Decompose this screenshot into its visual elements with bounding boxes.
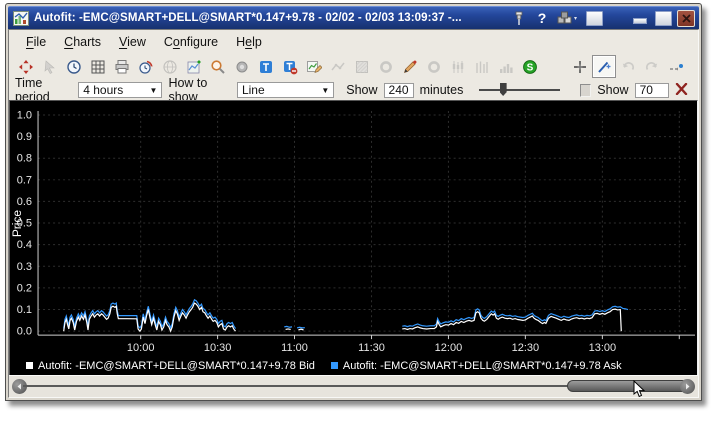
menu-item-view[interactable]: View — [110, 33, 155, 51]
reload-time-icon[interactable] — [134, 55, 158, 78]
trendline-tool-icon[interactable] — [592, 55, 616, 78]
app-chart-icon — [12, 10, 29, 26]
price-chart[interactable]: 1.00.90.80.70.60.50.40.30.20.10.010:0010… — [9, 100, 698, 375]
pin-icon[interactable] — [510, 10, 528, 26]
close-panel-icon[interactable] — [675, 83, 688, 98]
slider-handle[interactable] — [500, 83, 507, 96]
scrollbar-thumb[interactable] — [567, 380, 688, 392]
horizontal-scrollbar[interactable] — [9, 375, 698, 397]
volume-bars-icon[interactable] — [470, 55, 494, 78]
window-content: FileChartsViewConfigureHelp S Time perio… — [8, 29, 699, 398]
title-bar[interactable]: Autofit: -EMC@SMART+DELL@SMART*0.147+9.7… — [8, 6, 699, 29]
menu-item-configure[interactable]: Configure — [155, 33, 227, 51]
candlestick-icon[interactable] — [446, 55, 470, 78]
svg-text:11:00: 11:00 — [281, 342, 308, 354]
legend-item: Autofit: -EMC@SMART+DELL@SMART*0.147+9.7… — [331, 360, 622, 372]
legend-marker-icon — [331, 362, 338, 369]
show2-label: Show — [597, 83, 628, 97]
svg-text:0.2: 0.2 — [17, 282, 32, 294]
chevron-down-icon: ▼ — [142, 86, 158, 95]
link-windows-icon[interactable] — [556, 10, 580, 26]
minutes-label: minutes — [420, 83, 464, 97]
svg-text:0.8: 0.8 — [17, 153, 32, 165]
chart-controls-row: Time period 4 hours ▼ How to show Line ▼… — [9, 80, 698, 100]
time-slider[interactable] — [479, 82, 559, 98]
chart-plot[interactable]: 1.00.90.80.70.60.50.40.30.20.10.010:0010… — [10, 101, 697, 375]
measure-icon[interactable] — [664, 55, 688, 78]
time-clock-icon[interactable] — [62, 55, 86, 78]
show-bars-checkbox[interactable] — [580, 84, 592, 97]
legend-item: Autofit: -EMC@SMART+DELL@SMART*0.147+9.7… — [26, 360, 315, 372]
scroll-right-icon[interactable] — [680, 379, 695, 394]
ellipse-tool-icon[interactable] — [374, 55, 398, 78]
svg-text:1.0: 1.0 — [17, 109, 32, 121]
print-icon[interactable] — [110, 55, 134, 78]
svg-text:0.6: 0.6 — [17, 196, 32, 208]
edit-chart-icon[interactable] — [302, 55, 326, 78]
legend-marker-icon — [26, 362, 33, 369]
svg-text:Price: Price — [10, 210, 24, 238]
svg-text:10:30: 10:30 — [204, 342, 232, 354]
window-title: Autofit: -EMC@SMART+DELL@SMART*0.147+9.7… — [34, 12, 505, 24]
undo-icon[interactable] — [616, 55, 640, 78]
grid-icon[interactable] — [86, 55, 110, 78]
close-icon[interactable] — [677, 10, 695, 26]
show-minutes-input[interactable]: 240 — [384, 83, 414, 98]
chevron-down-icon: ▼ — [313, 86, 329, 95]
slider-track[interactable] — [479, 89, 559, 91]
line-style-icon[interactable] — [326, 55, 350, 78]
show-label: Show — [346, 83, 377, 97]
screen: Autofit: -EMC@SMART+DELL@SMART*0.147+9.7… — [0, 0, 712, 422]
menu-bar: FileChartsViewConfigureHelp — [9, 30, 698, 53]
add-study-icon[interactable] — [182, 55, 206, 78]
redo-icon[interactable] — [640, 55, 664, 78]
time-period-value: 4 hours — [83, 83, 123, 97]
dollar-icon[interactable]: S — [518, 55, 542, 78]
help-icon[interactable]: ? — [533, 10, 551, 26]
text-annotation-icon[interactable] — [254, 55, 278, 78]
svg-text:0.3: 0.3 — [17, 261, 32, 273]
svg-text:10:00: 10:00 — [127, 342, 155, 354]
detach-window-icon[interactable] — [585, 10, 603, 26]
pointer-tool-icon[interactable] — [38, 55, 62, 78]
svg-text:12:30: 12:30 — [512, 342, 540, 354]
svg-text:0.1: 0.1 — [17, 304, 32, 316]
svg-text:0.0: 0.0 — [17, 326, 32, 338]
svg-text:0.9: 0.9 — [17, 131, 32, 143]
bars-count-input[interactable]: 70 — [635, 83, 669, 98]
svg-text:0.7: 0.7 — [17, 174, 32, 186]
menu-item-charts[interactable]: Charts — [55, 33, 110, 51]
menu-item-help[interactable]: Help — [227, 33, 271, 51]
mouse-cursor — [633, 380, 646, 404]
fill-pattern-icon[interactable] — [350, 55, 374, 78]
restore-icon[interactable] — [654, 10, 672, 26]
remove-text-icon[interactable] — [278, 55, 302, 78]
how-to-show-value: Line — [242, 83, 265, 97]
pencil-icon[interactable] — [398, 55, 422, 78]
svg-text:S: S — [527, 62, 534, 73]
how-to-show-select[interactable]: Line ▼ — [237, 82, 334, 98]
zoom-icon[interactable] — [206, 55, 230, 78]
minimize-icon[interactable] — [631, 10, 649, 26]
svg-text:12:00: 12:00 — [435, 342, 463, 354]
circle-tool-icon[interactable] — [422, 55, 446, 78]
toolbar: S — [9, 53, 698, 80]
svg-text:11:30: 11:30 — [358, 342, 385, 354]
chart-window: Autofit: -EMC@SMART+DELL@SMART*0.147+9.7… — [5, 3, 702, 401]
svg-text:0.4: 0.4 — [17, 239, 32, 251]
globe-icon[interactable] — [158, 55, 182, 78]
histogram-icon[interactable] — [494, 55, 518, 78]
move-tool-icon[interactable] — [14, 55, 38, 78]
dot-icon[interactable] — [230, 55, 254, 78]
menu-item-file[interactable]: File — [17, 33, 55, 51]
chart-legend: Autofit: -EMC@SMART+DELL@SMART*0.147+9.7… — [26, 360, 622, 372]
svg-text:13:00: 13:00 — [589, 342, 617, 354]
time-period-select[interactable]: 4 hours ▼ — [78, 82, 162, 98]
crosshair-icon[interactable] — [568, 55, 592, 78]
